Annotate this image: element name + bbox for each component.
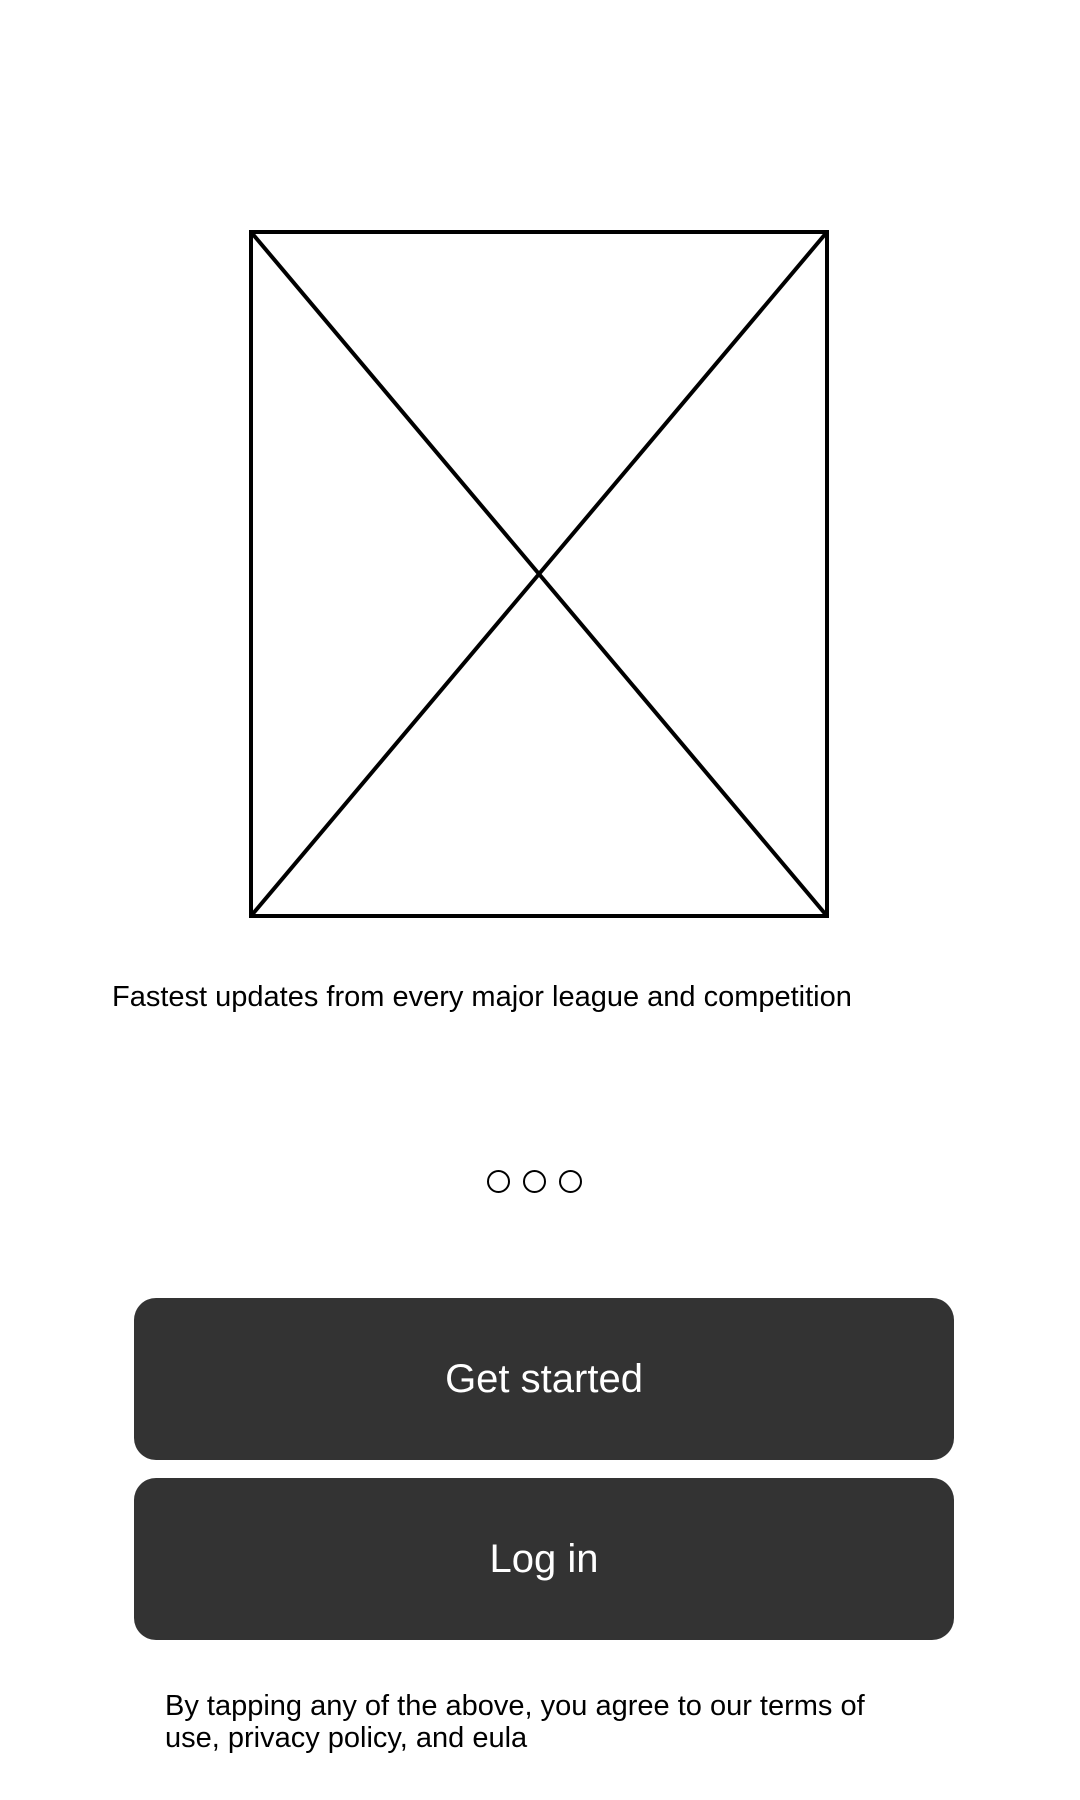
pagination-dot[interactable]	[487, 1170, 510, 1193]
log-in-button[interactable]: Log in	[134, 1478, 954, 1640]
hero-image-placeholder	[249, 230, 829, 918]
log-in-label: Log in	[489, 1536, 599, 1581]
pagination-dot[interactable]	[523, 1170, 546, 1193]
pagination-dot[interactable]	[559, 1170, 582, 1193]
image-placeholder-icon	[249, 230, 829, 918]
pagination-dots	[487, 1170, 582, 1193]
onboarding-tagline: Fastest updates from every major league …	[112, 981, 852, 1013]
legal-disclaimer: By tapping any of the above, you agree t…	[165, 1690, 865, 1754]
get-started-label: Get started	[445, 1356, 643, 1401]
get-started-button[interactable]: Get started	[134, 1298, 954, 1460]
